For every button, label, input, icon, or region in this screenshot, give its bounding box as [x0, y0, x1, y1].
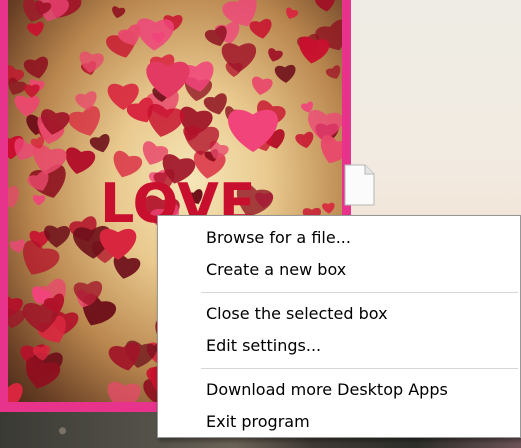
heart-shape — [268, 48, 283, 62]
heart-shape — [315, 0, 335, 12]
heart-shape — [320, 135, 342, 164]
heart-shape — [8, 185, 19, 208]
heart-shape — [44, 225, 71, 248]
heart-shape — [107, 381, 141, 402]
heart-shape — [295, 131, 314, 149]
heart-shape — [23, 84, 40, 98]
heart-shape — [286, 7, 299, 19]
heart-shape — [23, 56, 49, 79]
context-menu-list: Browse for a file... Create a new box Cl… — [158, 216, 520, 437]
heart-shape — [8, 382, 23, 402]
heart-shape — [251, 76, 273, 96]
heart-shape — [325, 65, 341, 79]
heart-shape — [65, 147, 96, 175]
heart-shape — [299, 36, 330, 64]
context-menu: Browse for a file... Create a new box Cl… — [157, 215, 521, 438]
heart-shape — [113, 254, 141, 279]
heart-shape — [112, 6, 126, 19]
heart-shape — [89, 133, 110, 153]
heart-shape — [147, 104, 185, 137]
menu-item-close-box[interactable]: Close the selected box — [158, 298, 520, 330]
menu-item-edit-settings[interactable]: Edit settings... — [158, 330, 520, 362]
menu-separator — [201, 368, 518, 369]
heart-shape — [79, 51, 104, 73]
heart-shape — [14, 95, 40, 117]
heart-shape — [274, 64, 296, 83]
menu-separator — [201, 292, 518, 293]
document-icon[interactable] — [343, 163, 376, 207]
heart-shape — [27, 21, 44, 37]
heart-shape — [322, 202, 335, 214]
menu-item-exit-program[interactable]: Exit program — [158, 406, 520, 438]
desktop: LOVE Browse for a file... Create a new b… — [0, 0, 521, 448]
heart-shape — [136, 18, 174, 51]
heart-shape — [249, 18, 272, 39]
menu-item-browse-file[interactable]: Browse for a file... — [158, 222, 520, 254]
heart-shape — [68, 106, 101, 136]
heart-shape — [32, 194, 46, 206]
menu-item-create-box[interactable]: Create a new box — [158, 254, 520, 286]
menu-item-download-apps[interactable]: Download more Desktop Apps — [158, 374, 520, 406]
